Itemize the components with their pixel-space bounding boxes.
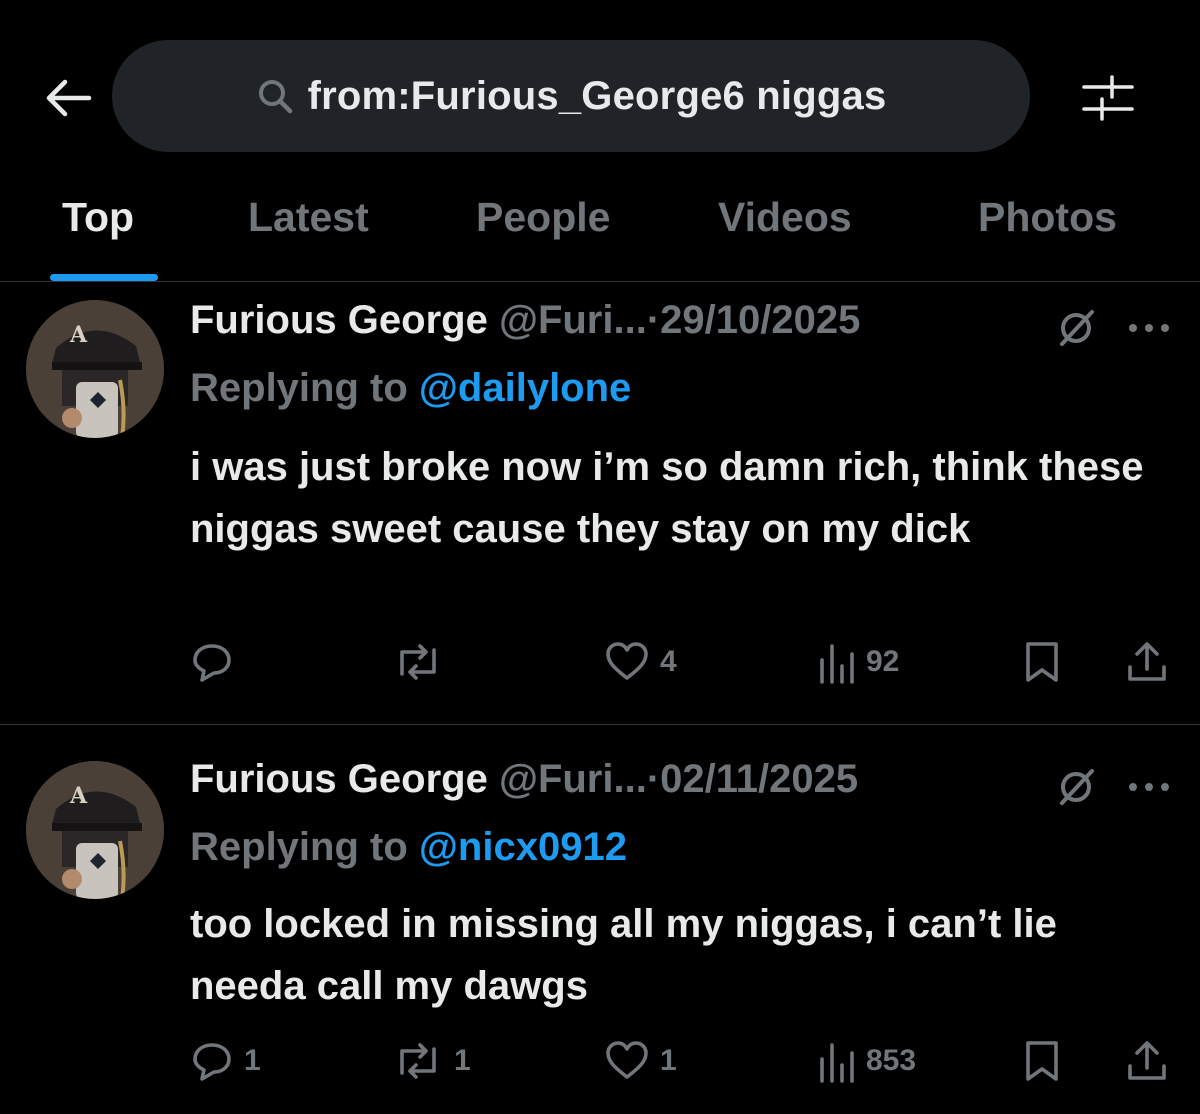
reply-mention[interactable]: @nicx0912 [419, 825, 627, 869]
bookmark-button[interactable] [1022, 1035, 1062, 1087]
like-count: 1 [660, 1044, 677, 1077]
grok-icon [1060, 310, 1094, 346]
avatar[interactable]: A [26, 761, 164, 899]
author-name[interactable]: Furious George [190, 757, 488, 801]
tab-latest[interactable]: Latest [248, 194, 369, 241]
back-button[interactable] [42, 74, 94, 122]
reply-icon [193, 1043, 231, 1081]
search-tabs: Top Latest People Videos Photos [0, 190, 1200, 282]
tweet-date[interactable]: 02/11/2025 [660, 757, 858, 801]
tweet-actions: 1 1 1 853 [0, 1035, 1200, 1087]
replying-label: Replying to [190, 825, 408, 869]
more-dots-icon [1129, 324, 1169, 332]
separator-dot: · [646, 757, 661, 801]
reply-button[interactable] [190, 636, 244, 688]
reply-mention[interactable]: @dailylone [419, 366, 631, 410]
search-query[interactable]: from:Furious_George6 niggas [308, 74, 887, 119]
tab-photos[interactable]: Photos [978, 194, 1117, 241]
repost-icon [400, 1043, 436, 1079]
bookmark-icon [1026, 1041, 1058, 1081]
view-count: 853 [866, 1044, 917, 1077]
author-handle[interactable]: @Furi... [499, 757, 647, 801]
search-icon [258, 80, 292, 114]
views-button[interactable]: 853 [816, 1035, 916, 1087]
share-button[interactable] [1124, 636, 1170, 688]
filter-sliders-icon [1082, 75, 1134, 121]
replying-label: Replying to [190, 366, 408, 410]
tweet-card[interactable]: A Furious George @Furi...·29/10/2025 Rep… [0, 282, 1200, 724]
avatar[interactable]: A [26, 300, 164, 438]
tweet-date[interactable]: 29/10/2025 [660, 298, 860, 342]
like-button[interactable]: 1 [604, 1035, 677, 1087]
bookmark-icon [1026, 642, 1058, 682]
tweet-actions: 4 92 [0, 636, 1200, 688]
tab-top[interactable]: Top [62, 194, 134, 241]
views-chart-icon [820, 644, 854, 684]
arrow-left-icon [46, 79, 92, 117]
tweet-text: i was just broke now i’m so damn rich, t… [190, 445, 1144, 551]
share-icon [1128, 642, 1166, 681]
author-name[interactable]: Furious George [190, 298, 488, 342]
replying-line: Replying to @nicx0912 [190, 825, 627, 870]
view-count: 92 [866, 645, 900, 678]
tweet-header: Furious George @Furi...·02/11/2025 [190, 757, 858, 802]
more-button[interactable] [1124, 308, 1174, 348]
grok-button[interactable] [1052, 763, 1100, 811]
repost-button[interactable]: 1 [392, 1035, 471, 1087]
views-chart-icon [820, 1043, 854, 1083]
reply-button[interactable]: 1 [190, 1035, 261, 1087]
reply-count: 1 [244, 1044, 261, 1077]
repost-count: 1 [454, 1044, 471, 1077]
grok-icon [1060, 769, 1094, 805]
more-button[interactable] [1124, 767, 1174, 807]
svg-text:A: A [69, 322, 88, 348]
active-tab-indicator [50, 274, 158, 281]
views-button[interactable]: 92 [816, 636, 899, 688]
replying-line: Replying to @dailylone [190, 366, 631, 411]
top-bar: from:Furious_George6 niggas [0, 0, 1200, 190]
tab-videos[interactable]: Videos [718, 194, 852, 241]
grok-button[interactable] [1052, 304, 1100, 352]
share-button[interactable] [1124, 1035, 1170, 1087]
share-icon [1128, 1041, 1166, 1080]
tweet-header: Furious George @Furi...·29/10/2025 [190, 298, 860, 343]
tab-people[interactable]: People [476, 194, 610, 241]
repost-button[interactable] [392, 636, 454, 688]
tweet-text: too locked in missing all my niggas, i c… [190, 902, 1057, 1008]
author-handle[interactable]: @Furi... [499, 298, 647, 342]
like-button[interactable]: 4 [604, 636, 677, 688]
svg-text:A: A [69, 783, 88, 809]
bookmark-button[interactable] [1022, 636, 1062, 688]
repost-icon [400, 644, 436, 680]
more-dots-icon [1129, 783, 1169, 791]
search-filter-button[interactable] [1078, 70, 1138, 126]
search-input[interactable]: from:Furious_George6 niggas [112, 40, 1030, 152]
like-count: 4 [660, 645, 677, 678]
separator-dot: · [646, 298, 661, 342]
reply-icon [193, 644, 231, 682]
heart-icon [606, 1041, 648, 1079]
heart-icon [606, 642, 648, 680]
tweet-card[interactable]: A Furious George @Furi...·02/11/2025 Rep… [0, 725, 1200, 1114]
